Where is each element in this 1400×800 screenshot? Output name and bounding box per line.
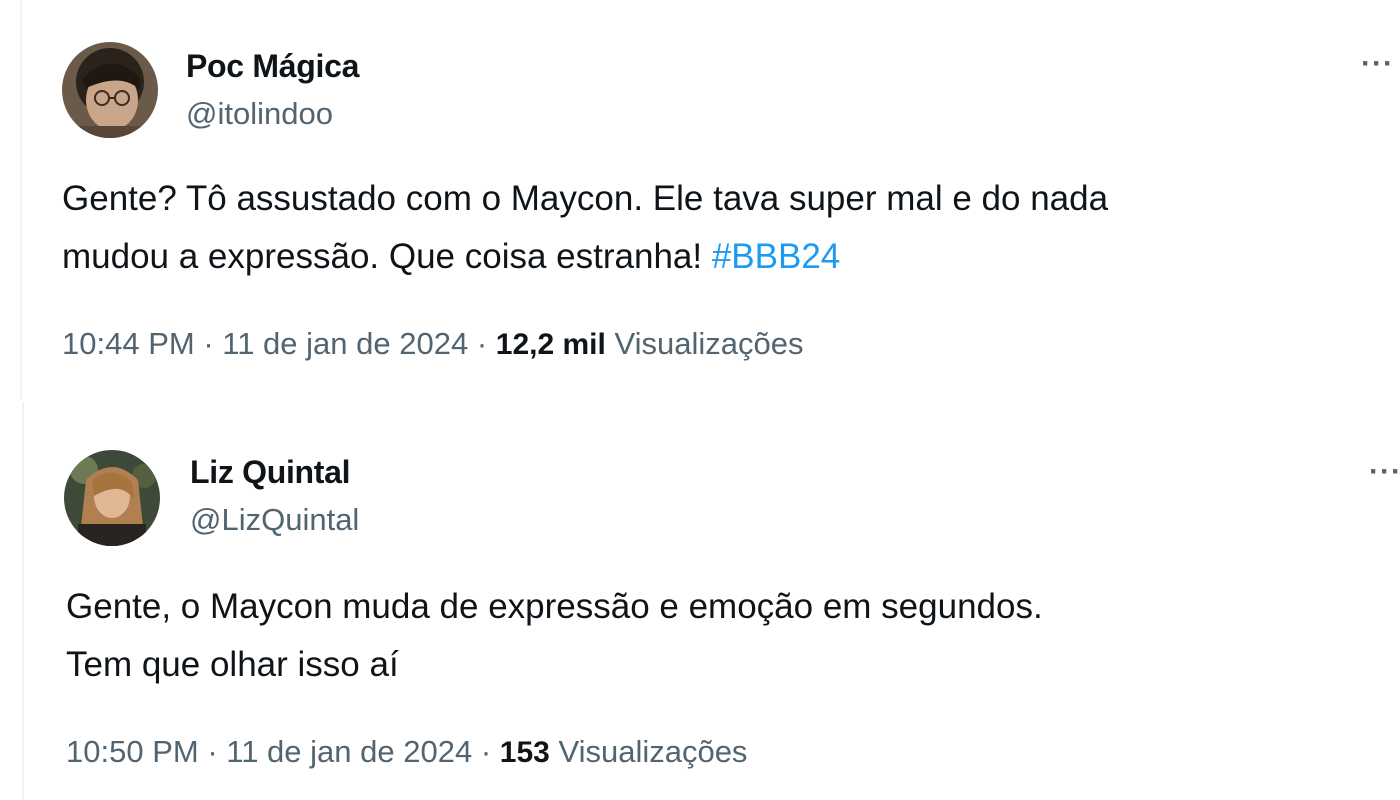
more-horizontal-icon[interactable]: ··· [1369, 457, 1400, 487]
views-count: 153 [499, 736, 550, 769]
tweet-metadata: 10:50 PM · 11 de jan de 2024 · 153 Visua… [66, 734, 747, 770]
tweet-time[interactable]: 10:50 PM [66, 734, 199, 769]
meta-separator: · [194, 326, 223, 361]
views-label: Visualizações [558, 734, 748, 769]
tweet-date[interactable]: 11 de jan de 2024 [226, 734, 472, 769]
user-handle[interactable]: @itolindoo [186, 96, 333, 132]
display-name[interactable]: Liz Quintal [190, 454, 351, 491]
meta-separator: · [468, 326, 496, 361]
tweet-text: Gente, o Maycon muda de expressão e emoç… [66, 578, 1346, 694]
hashtag-link[interactable]: #BBB24 [712, 237, 840, 276]
tweet-text-fragment: mudou a expressão. Que coisa estranha! [62, 237, 712, 276]
views-label: Visualizações [614, 326, 804, 361]
tweet-text: Gente? Tô assustado com o Maycon. Ele ta… [62, 170, 1342, 286]
tweet-text-line: mudou a expressão. Que coisa estranha! #… [62, 228, 1342, 286]
meta-separator: · [472, 734, 500, 769]
tweet-metadata: 10:44 PM · 11 de jan de 2024 · 12,2 mil … [62, 326, 803, 362]
more-horizontal-icon[interactable]: ··· [1361, 49, 1394, 79]
avatar-image [62, 42, 158, 138]
tweet-date[interactable]: 11 de jan de 2024 [222, 326, 468, 361]
tweet-text-line: Tem que olhar isso aí [66, 645, 399, 684]
tweet[interactable]: Liz Quintal @LizQuintal ··· Gente, o May… [22, 402, 1400, 800]
views-count: 12,2 mil [495, 328, 606, 361]
tweet[interactable]: Poc Mágica @itolindoo ··· Gente? Tô assu… [20, 0, 1400, 400]
tweet-text-line: Gente, o Maycon muda de expressão e emoç… [66, 587, 1043, 626]
meta-separator: · [198, 734, 227, 769]
avatar[interactable] [64, 450, 160, 546]
tweet-time[interactable]: 10:44 PM [62, 326, 195, 361]
avatar[interactable] [62, 42, 158, 138]
tweet-text-line: Gente? Tô assustado com o Maycon. Ele ta… [62, 179, 1109, 218]
user-handle[interactable]: @LizQuintal [190, 502, 359, 538]
display-name[interactable]: Poc Mágica [186, 48, 359, 85]
avatar-image [64, 450, 160, 546]
